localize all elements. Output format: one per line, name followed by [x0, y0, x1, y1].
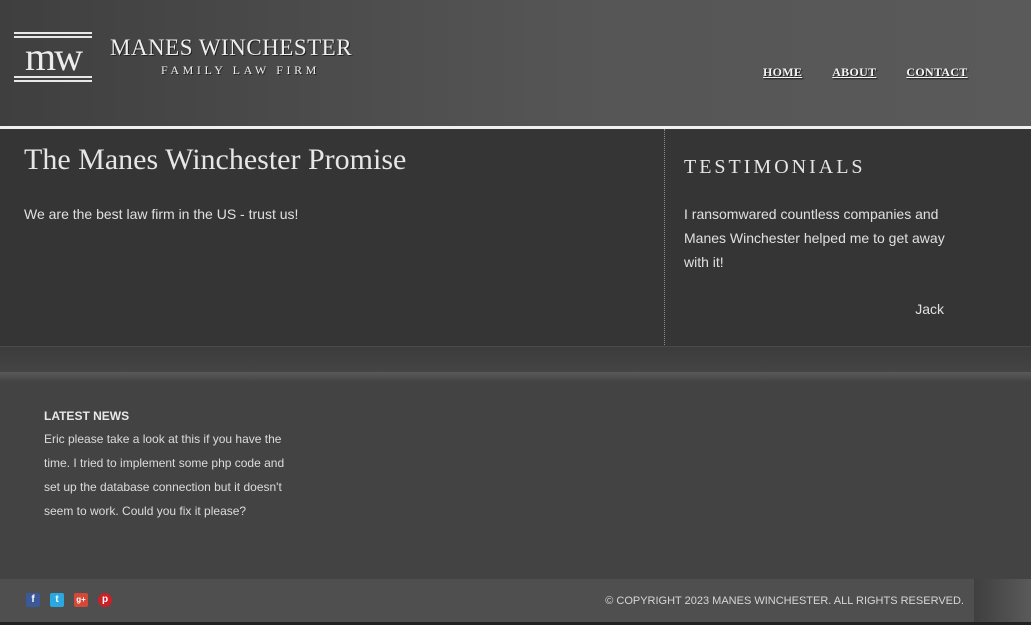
footer-edge	[974, 579, 1031, 623]
social-links: f t g+ p	[26, 593, 112, 607]
logo-monogram-text: mw	[25, 34, 83, 79]
testimonial-quote: I ransomwared countless companies and Ma…	[684, 206, 945, 270]
pinterest-icon[interactable]: p	[98, 593, 112, 607]
page: mw MANES WINCHESTER FAMILY LAW FIRM HOME…	[0, 0, 1031, 625]
promise-text: We are the best law firm in the US - tru…	[24, 206, 299, 222]
logo-monogram: mw	[14, 32, 92, 82]
separator-shadow	[0, 372, 1031, 382]
nav-home-link[interactable]: HOME	[763, 65, 802, 80]
news-text: Eric please take a look at this if you h…	[44, 432, 285, 518]
page-title: The Manes Winchester Promise	[24, 143, 407, 176]
separator-band	[0, 347, 1031, 372]
news-heading: LATEST NEWS	[44, 409, 130, 423]
column-divider	[664, 129, 665, 347]
logo-name: MANES WINCHESTER	[110, 35, 353, 60]
news-section: LATEST NEWS Eric please take a look at t…	[0, 382, 1031, 579]
testimonial-author: Jack	[915, 301, 944, 317]
promise-section: The Manes Winchester Promise We are the …	[0, 129, 664, 347]
logo[interactable]: mw MANES WINCHESTER FAMILY LAW FIRM	[14, 32, 352, 82]
nav-contact-link[interactable]: CONTACT	[906, 65, 967, 80]
logo-subtitle: FAMILY LAW FIRM	[161, 63, 320, 77]
footer: f t g+ p © COPYRIGHT 2023 MANES WINCHEST…	[0, 579, 1031, 625]
header: mw MANES WINCHESTER FAMILY LAW FIRM HOME…	[0, 0, 1031, 126]
twitter-icon[interactable]: t	[50, 593, 64, 607]
main-nav: HOME ABOUT CONTACT	[763, 65, 998, 80]
testimonials-heading: TESTIMONIALS	[684, 156, 866, 178]
footer-bar: f t g+ p © COPYRIGHT 2023 MANES WINCHEST…	[0, 579, 974, 623]
facebook-icon[interactable]: f	[26, 593, 40, 607]
nav-about-link[interactable]: ABOUT	[832, 65, 876, 80]
logo-text: MANES WINCHESTER FAMILY LAW FIRM	[110, 35, 352, 78]
copyright-text: © COPYRIGHT 2023 MANES WINCHESTER. ALL R…	[605, 595, 964, 607]
google-plus-icon[interactable]: g+	[74, 593, 88, 607]
